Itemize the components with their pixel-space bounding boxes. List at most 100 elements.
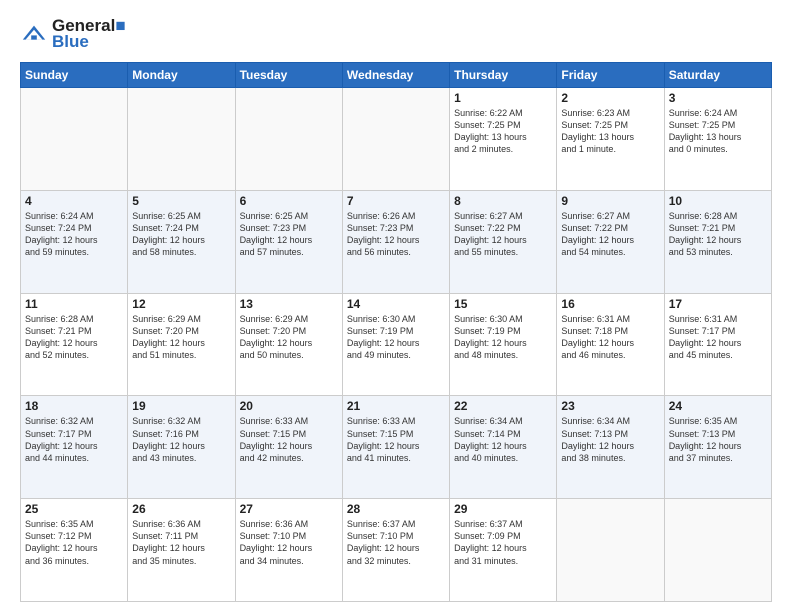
day-cell: 20 Sunrise: 6:33 AM Sunset: 7:15 PM Dayli… [235, 396, 342, 499]
day-number: 12 [132, 297, 230, 311]
day-number: 6 [240, 194, 338, 208]
day-cell: 19 Sunrise: 6:32 AM Sunset: 7:16 PM Dayli… [128, 396, 235, 499]
day-number: 16 [561, 297, 659, 311]
day-cell: 26 Sunrise: 6:36 AM Sunset: 7:11 PM Dayli… [128, 499, 235, 602]
day-cell: 22Sunrise: 6:34 AM Sunset: 7:14 PM Dayli… [450, 396, 557, 499]
day-cell: 4 Sunrise: 6:24 AM Sunset: 7:24 PM Daylig… [21, 190, 128, 293]
page: General■ Blue SundayMondayTuesdayWednesd… [0, 0, 792, 612]
day-cell [557, 499, 664, 602]
day-cell: 12 Sunrise: 6:29 AM Sunset: 7:20 PM Dayli… [128, 293, 235, 396]
day-cell: 11 Sunrise: 6:28 AM Sunset: 7:21 PM Dayli… [21, 293, 128, 396]
day-info: Sunrise: 6:33 AM Sunset: 7:15 PM Dayligh… [347, 415, 445, 464]
day-number: 9 [561, 194, 659, 208]
day-number: 17 [669, 297, 767, 311]
day-info: Sunrise: 6:24 AM Sunset: 7:24 PM Dayligh… [25, 210, 123, 259]
day-info: Sunrise: 6:30 AM Sunset: 7:19 PM Dayligh… [454, 313, 552, 362]
day-cell: 2 Sunrise: 6:23 AM Sunset: 7:25 PM Daylig… [557, 88, 664, 191]
week-row-4: 18Sunrise: 6:32 AM Sunset: 7:17 PM Dayli… [21, 396, 772, 499]
day-number: 8 [454, 194, 552, 208]
day-cell: 17 Sunrise: 6:31 AM Sunset: 7:17 PM Dayli… [664, 293, 771, 396]
day-info: Sunrise: 6:34 AM Sunset: 7:13 PM Dayligh… [561, 415, 659, 464]
day-info: Sunrise: 6:26 AM Sunset: 7:23 PM Dayligh… [347, 210, 445, 259]
day-number: 20 [240, 399, 338, 413]
day-cell [21, 88, 128, 191]
day-cell: 25 Sunrise: 6:35 AM Sunset: 7:12 PM Dayli… [21, 499, 128, 602]
col-header-thursday: Thursday [450, 63, 557, 88]
col-header-tuesday: Tuesday [235, 63, 342, 88]
day-number: 10 [669, 194, 767, 208]
day-number: 13 [240, 297, 338, 311]
header: General■ Blue [20, 16, 772, 52]
day-cell: 3Sunrise: 6:24 AM Sunset: 7:25 PM Daylig… [664, 88, 771, 191]
calendar-header-row: SundayMondayTuesdayWednesdayThursdayFrid… [21, 63, 772, 88]
day-info: Sunrise: 6:30 AM Sunset: 7:19 PM Dayligh… [347, 313, 445, 362]
day-info: Sunrise: 6:28 AM Sunset: 7:21 PM Dayligh… [669, 210, 767, 259]
day-cell [235, 88, 342, 191]
day-info: Sunrise: 6:37 AM Sunset: 7:10 PM Dayligh… [347, 518, 445, 567]
day-info: Sunrise: 6:29 AM Sunset: 7:20 PM Dayligh… [240, 313, 338, 362]
day-cell: 28 Sunrise: 6:37 AM Sunset: 7:10 PM Dayli… [342, 499, 449, 602]
logo-text: General■ Blue [52, 16, 126, 52]
day-info: Sunrise: 6:27 AM Sunset: 7:22 PM Dayligh… [454, 210, 552, 259]
week-row-3: 11 Sunrise: 6:28 AM Sunset: 7:21 PM Dayli… [21, 293, 772, 396]
day-number: 15 [454, 297, 552, 311]
day-number: 29 [454, 502, 552, 516]
logo: General■ Blue [20, 16, 126, 52]
day-number: 5 [132, 194, 230, 208]
week-row-1: 1 Sunrise: 6:22 AM Sunset: 7:25 PM Daylig… [21, 88, 772, 191]
col-header-sunday: Sunday [21, 63, 128, 88]
day-info: Sunrise: 6:23 AM Sunset: 7:25 PM Dayligh… [561, 107, 659, 156]
day-info: Sunrise: 6:32 AM Sunset: 7:16 PM Dayligh… [132, 415, 230, 464]
day-cell: 18Sunrise: 6:32 AM Sunset: 7:17 PM Dayli… [21, 396, 128, 499]
day-number: 14 [347, 297, 445, 311]
day-number: 7 [347, 194, 445, 208]
day-number: 25 [25, 502, 123, 516]
day-cell: 16 Sunrise: 6:31 AM Sunset: 7:18 PM Dayli… [557, 293, 664, 396]
day-number: 21 [347, 399, 445, 413]
day-number: 11 [25, 297, 123, 311]
day-info: Sunrise: 6:35 AM Sunset: 7:12 PM Dayligh… [25, 518, 123, 567]
day-cell [128, 88, 235, 191]
day-number: 19 [132, 399, 230, 413]
day-cell: 23 Sunrise: 6:34 AM Sunset: 7:13 PM Dayli… [557, 396, 664, 499]
day-cell: 9 Sunrise: 6:27 AM Sunset: 7:22 PM Daylig… [557, 190, 664, 293]
day-number: 4 [25, 194, 123, 208]
day-cell: 1 Sunrise: 6:22 AM Sunset: 7:25 PM Daylig… [450, 88, 557, 191]
col-header-monday: Monday [128, 63, 235, 88]
day-cell: 13 Sunrise: 6:29 AM Sunset: 7:20 PM Dayli… [235, 293, 342, 396]
logo-icon [20, 20, 48, 48]
day-info: Sunrise: 6:34 AM Sunset: 7:14 PM Dayligh… [454, 415, 552, 464]
col-header-friday: Friday [557, 63, 664, 88]
day-cell: 8 Sunrise: 6:27 AM Sunset: 7:22 PM Daylig… [450, 190, 557, 293]
day-cell: 10 Sunrise: 6:28 AM Sunset: 7:21 PM Dayli… [664, 190, 771, 293]
day-info: Sunrise: 6:36 AM Sunset: 7:10 PM Dayligh… [240, 518, 338, 567]
day-number: 26 [132, 502, 230, 516]
day-cell: 27 Sunrise: 6:36 AM Sunset: 7:10 PM Dayli… [235, 499, 342, 602]
day-cell [342, 88, 449, 191]
day-info: Sunrise: 6:31 AM Sunset: 7:18 PM Dayligh… [561, 313, 659, 362]
day-number: 23 [561, 399, 659, 413]
day-cell: 5 Sunrise: 6:25 AM Sunset: 7:24 PM Daylig… [128, 190, 235, 293]
day-info: Sunrise: 6:25 AM Sunset: 7:23 PM Dayligh… [240, 210, 338, 259]
day-info: Sunrise: 6:22 AM Sunset: 7:25 PM Dayligh… [454, 107, 552, 156]
day-number: 3 [669, 91, 767, 105]
day-cell [664, 499, 771, 602]
day-number: 27 [240, 502, 338, 516]
day-info: Sunrise: 6:25 AM Sunset: 7:24 PM Dayligh… [132, 210, 230, 259]
day-number: 28 [347, 502, 445, 516]
day-info: Sunrise: 6:36 AM Sunset: 7:11 PM Dayligh… [132, 518, 230, 567]
day-info: Sunrise: 6:28 AM Sunset: 7:21 PM Dayligh… [25, 313, 123, 362]
day-number: 1 [454, 91, 552, 105]
day-info: Sunrise: 6:27 AM Sunset: 7:22 PM Dayligh… [561, 210, 659, 259]
day-cell: 6 Sunrise: 6:25 AM Sunset: 7:23 PM Daylig… [235, 190, 342, 293]
day-cell: 29 Sunrise: 6:37 AM Sunset: 7:09 PM Dayli… [450, 499, 557, 602]
day-info: Sunrise: 6:31 AM Sunset: 7:17 PM Dayligh… [669, 313, 767, 362]
day-info: Sunrise: 6:35 AM Sunset: 7:13 PM Dayligh… [669, 415, 767, 464]
day-number: 24 [669, 399, 767, 413]
day-number: 18 [25, 399, 123, 413]
day-info: Sunrise: 6:29 AM Sunset: 7:20 PM Dayligh… [132, 313, 230, 362]
day-info: Sunrise: 6:33 AM Sunset: 7:15 PM Dayligh… [240, 415, 338, 464]
week-row-5: 25 Sunrise: 6:35 AM Sunset: 7:12 PM Dayli… [21, 499, 772, 602]
day-info: Sunrise: 6:37 AM Sunset: 7:09 PM Dayligh… [454, 518, 552, 567]
day-number: 2 [561, 91, 659, 105]
